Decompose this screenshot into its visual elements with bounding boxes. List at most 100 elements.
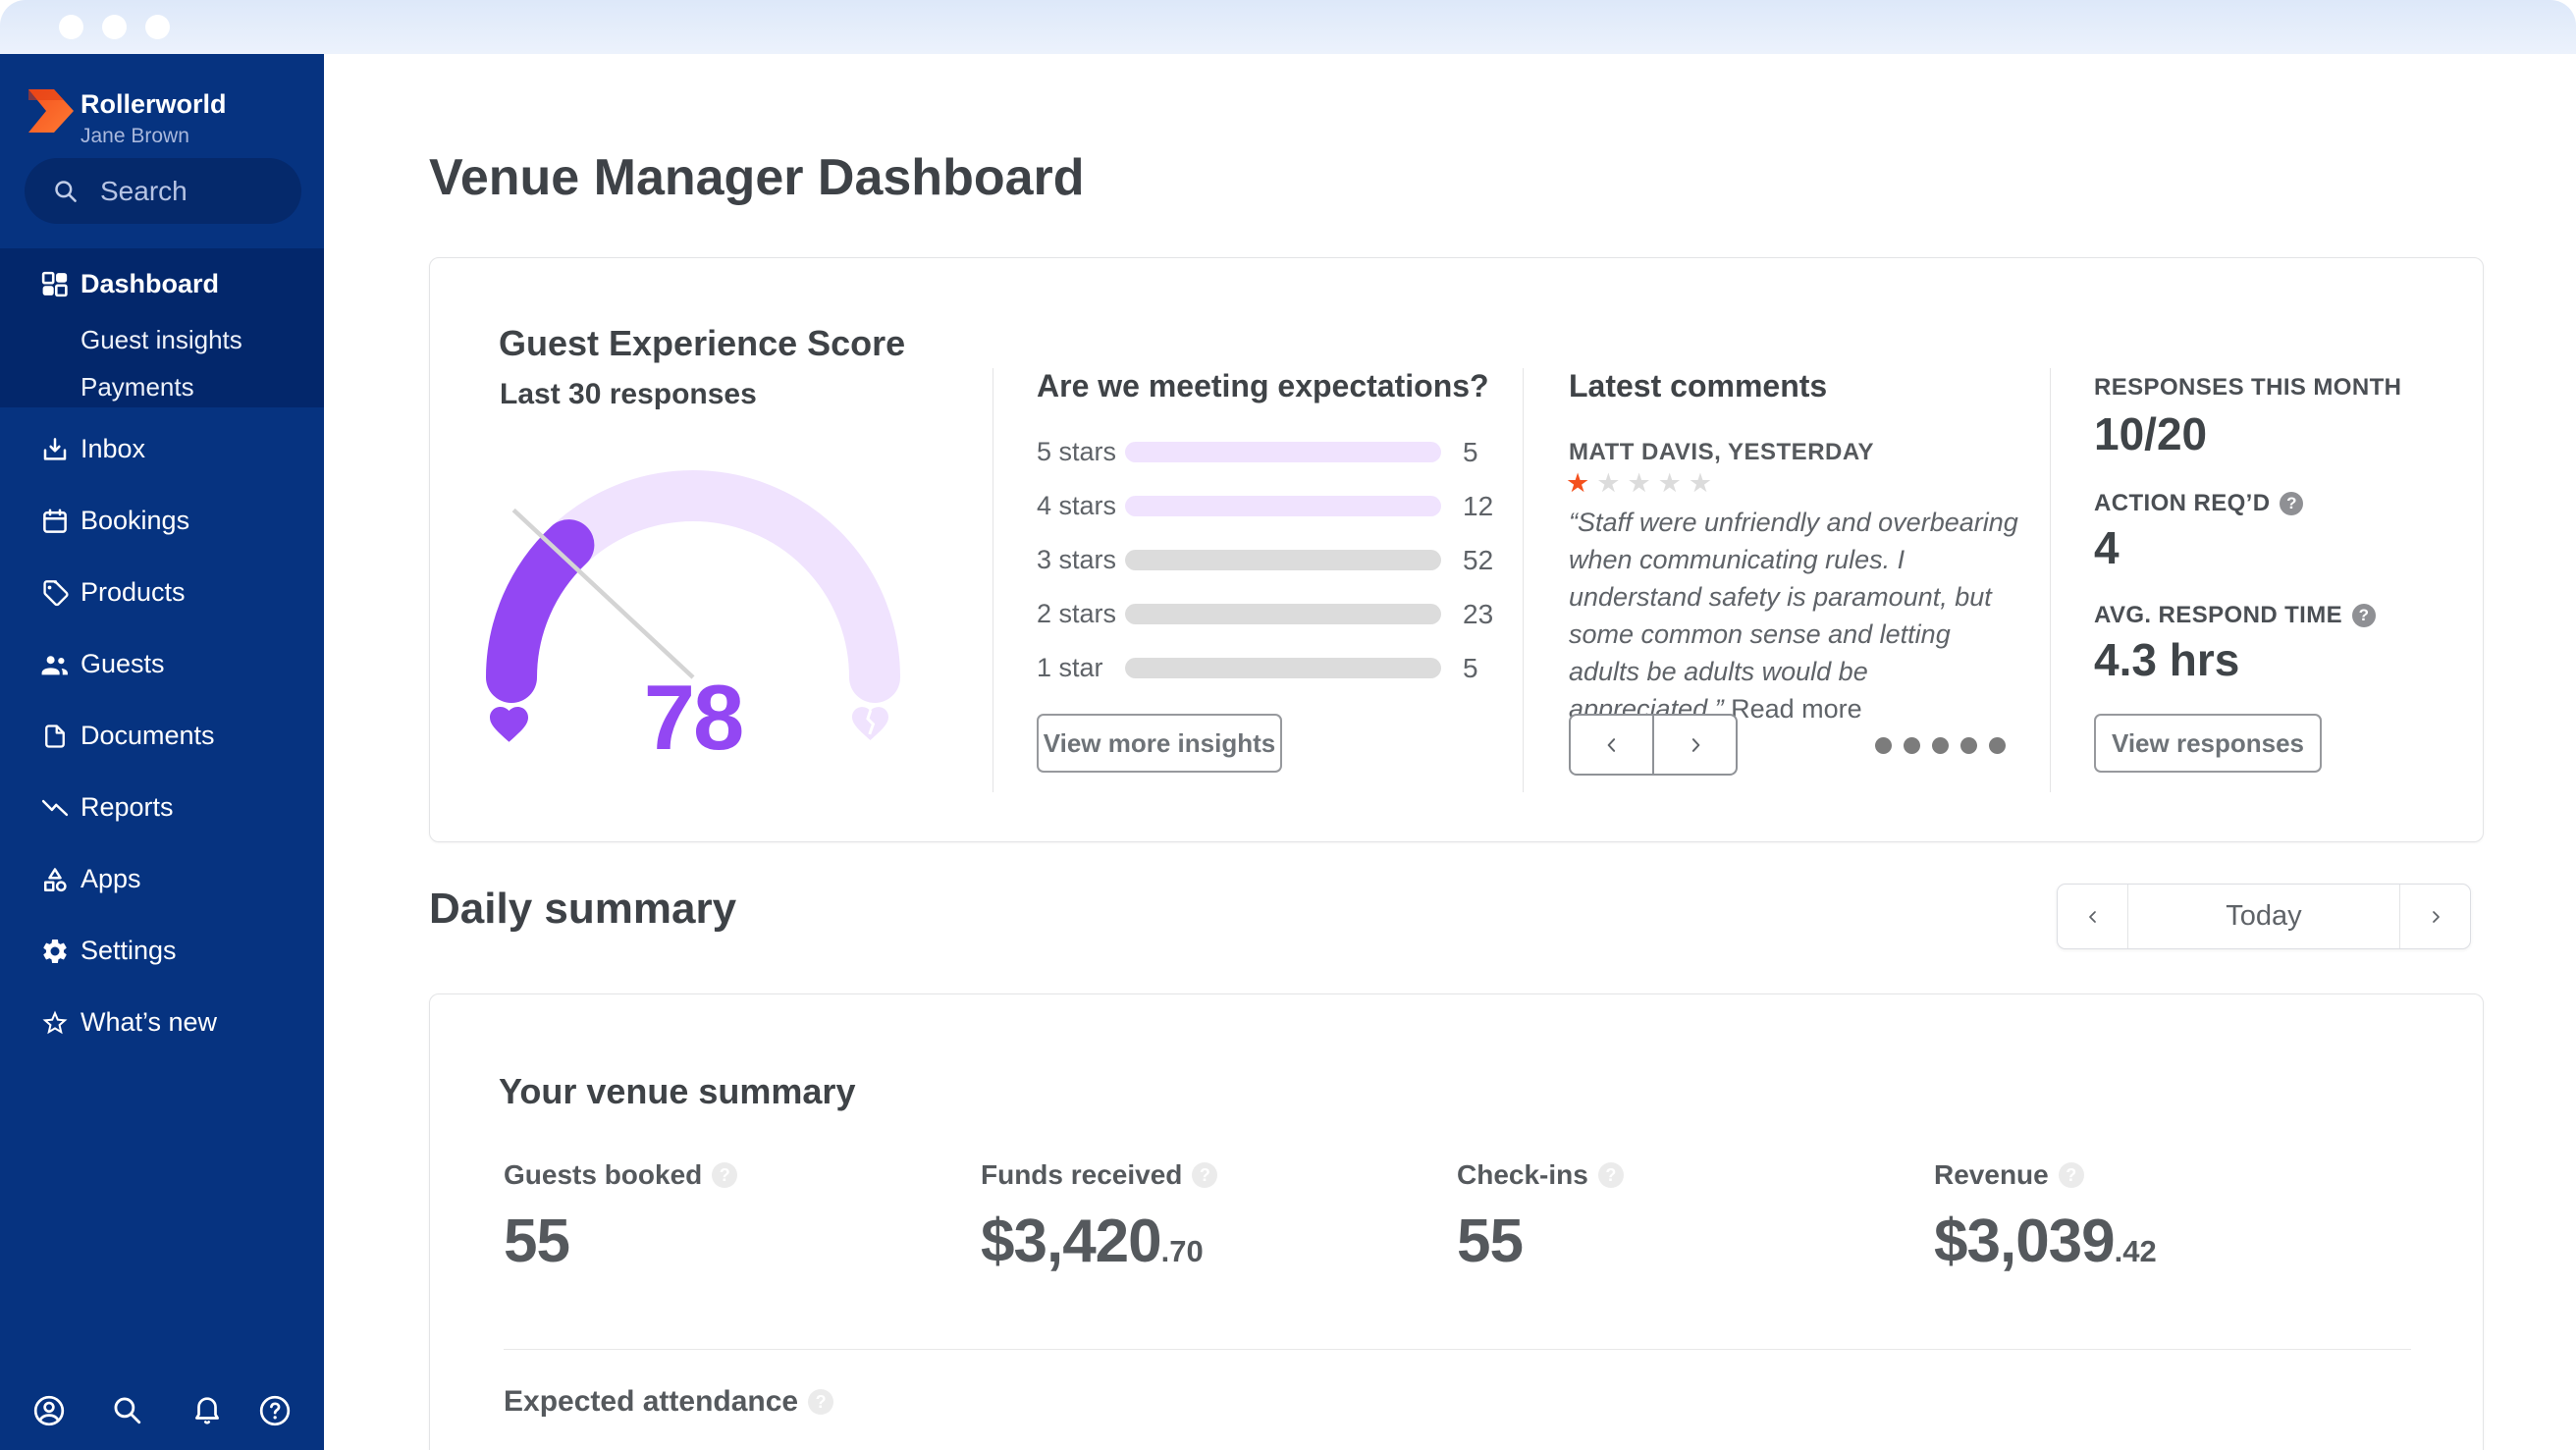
sidebar-item-reports[interactable]: Reports bbox=[0, 772, 324, 843]
help-tooltip-icon[interactable]: ? bbox=[808, 1389, 834, 1415]
comment-quote: “Staff were unfriendly and overbearing w… bbox=[1569, 504, 2020, 727]
metric-decimal: .42 bbox=[2114, 1234, 2157, 1268]
pagination-dot[interactable] bbox=[1989, 737, 2006, 754]
help-tooltip-icon[interactable]: ? bbox=[2280, 492, 2304, 515]
pagination-dot[interactable] bbox=[1960, 737, 1977, 754]
sidebar-item-guest-insights[interactable]: Guest insights bbox=[80, 325, 242, 355]
window-dot-icon[interactable] bbox=[102, 15, 127, 39]
bar-value: 5 bbox=[1463, 436, 1478, 467]
help-icon[interactable] bbox=[257, 1393, 293, 1428]
sidebar-item-whats-new[interactable]: What’s new bbox=[0, 987, 324, 1058]
sidebar-item-bookings[interactable]: Bookings bbox=[0, 485, 324, 557]
help-tooltip-icon[interactable]: ? bbox=[712, 1162, 738, 1188]
sidebar-item-dashboard[interactable]: Dashboard bbox=[0, 248, 324, 320]
view-more-insights-button[interactable]: View more insights bbox=[1037, 714, 1282, 773]
star-empty-icon: ★ bbox=[1627, 468, 1658, 498]
bar-label: 2 stars bbox=[1037, 599, 1117, 628]
bar-label: 3 stars bbox=[1037, 545, 1117, 574]
pagination-dot[interactable] bbox=[1904, 737, 1920, 754]
comment-star-rating: ★★★★★ bbox=[1566, 468, 1719, 499]
window-dot-icon[interactable] bbox=[145, 15, 170, 39]
people-icon bbox=[39, 649, 70, 679]
bell-icon[interactable] bbox=[190, 1393, 226, 1428]
brand-user: Jane Brown bbox=[80, 125, 189, 147]
help-tooltip-icon[interactable]: ? bbox=[1192, 1162, 1218, 1188]
next-day-button[interactable] bbox=[2399, 885, 2470, 948]
sidebar-item-payments[interactable]: Payments bbox=[80, 372, 194, 403]
star-filled-icon: ★ bbox=[1566, 468, 1597, 498]
chevron-left-icon bbox=[1607, 737, 1615, 752]
metric-check-ins: Check-ins? 55 bbox=[1457, 1159, 1908, 1276]
sidebar-item-label: Settings bbox=[80, 936, 177, 965]
window-titlebar bbox=[0, 0, 2576, 54]
comments-pagination-dots bbox=[1875, 737, 2006, 754]
search-icon[interactable] bbox=[110, 1393, 145, 1428]
expectations-row: 2 stars 23 bbox=[1037, 587, 1498, 641]
inbox-icon bbox=[39, 434, 70, 464]
bar-value: 52 bbox=[1463, 544, 1494, 575]
metric-value: 55 bbox=[1457, 1208, 1524, 1275]
sidebar-item-settings[interactable]: Settings bbox=[0, 915, 324, 987]
responses-this-month-label: RESPONSES THIS MONTH bbox=[2094, 374, 2402, 401]
window-dot-icon[interactable] bbox=[59, 15, 83, 39]
sidebar-item-inbox[interactable]: Inbox bbox=[0, 413, 324, 485]
app-window: Rollerworld Jane Brown Search Dashboard … bbox=[0, 0, 2576, 1450]
metric-decimal: .70 bbox=[1160, 1234, 1204, 1268]
sidebar-item-label: Apps bbox=[80, 864, 141, 893]
bar-value: 12 bbox=[1463, 490, 1494, 521]
expectations-row: 4 stars 12 bbox=[1037, 479, 1498, 533]
bar-value: 23 bbox=[1463, 598, 1494, 629]
metric-value: 55 bbox=[504, 1208, 570, 1275]
sidebar-item-documents[interactable]: Documents bbox=[0, 700, 324, 772]
roller-arrow-logo-icon bbox=[28, 89, 74, 133]
pagination-dot[interactable] bbox=[1875, 737, 1892, 754]
comment-quote-text: “Staff were unfriendly and overbearing w… bbox=[1569, 508, 2018, 724]
sidebar-item-apps[interactable]: Apps bbox=[0, 843, 324, 915]
sidebar-item-label: Reports bbox=[80, 792, 174, 822]
daily-summary-title: Daily summary bbox=[429, 885, 737, 933]
bar-label: 4 stars bbox=[1037, 491, 1117, 520]
search-icon bbox=[55, 181, 77, 202]
gear-icon bbox=[39, 936, 70, 966]
bar-value: 5 bbox=[1463, 652, 1478, 683]
star-empty-icon: ★ bbox=[1657, 468, 1689, 498]
sidebar-search-input[interactable]: Search bbox=[25, 158, 301, 224]
sidebar-item-label: Products bbox=[80, 577, 186, 607]
chevron-right-icon bbox=[1691, 737, 1699, 752]
prev-comment-button[interactable] bbox=[1569, 714, 1653, 776]
help-tooltip-icon[interactable]: ? bbox=[2058, 1162, 2084, 1188]
help-tooltip-icon[interactable]: ? bbox=[1597, 1162, 1624, 1188]
view-responses-button[interactable]: View responses bbox=[2094, 714, 2322, 773]
period-today-button[interactable]: Today bbox=[2128, 885, 2399, 948]
pagination-dot[interactable] bbox=[1932, 737, 1949, 754]
divider bbox=[504, 1349, 2411, 1350]
expected-attendance-label: Expected attendance ? bbox=[504, 1385, 834, 1419]
chevron-right-icon bbox=[2432, 910, 2440, 923]
sidebar-item-products[interactable]: Products bbox=[0, 557, 324, 628]
divider bbox=[2050, 368, 2051, 792]
brand-name: Rollerworld bbox=[80, 89, 227, 119]
metric-value: $3,039 bbox=[1934, 1208, 2116, 1275]
help-tooltip-icon[interactable]: ? bbox=[2352, 604, 2377, 627]
sidebar: Rollerworld Jane Brown Search Dashboard … bbox=[0, 54, 324, 1450]
account-icon[interactable] bbox=[31, 1393, 67, 1428]
venue-summary-card: Your venue summary Guests booked? 55 Fun… bbox=[429, 994, 2484, 1450]
sidebar-item-label: What’s new bbox=[80, 1007, 218, 1037]
metric-funds-received: Funds received? $3,420.70 bbox=[981, 1159, 1432, 1276]
sidebar-item-guests[interactable]: Guests bbox=[0, 628, 324, 700]
read-more-link[interactable]: Read more bbox=[1731, 694, 1862, 724]
dashboard-icon bbox=[39, 269, 70, 299]
star-icon bbox=[39, 1007, 70, 1038]
sidebar-item-label: Bookings bbox=[80, 506, 190, 535]
latest-comments-title: Latest comments bbox=[1569, 368, 1828, 403]
expectations-row: 1 star 5 bbox=[1037, 641, 1498, 695]
ges-card-title: Guest Experience Score bbox=[499, 323, 906, 363]
venue-summary-title: Your venue summary bbox=[499, 1071, 856, 1111]
bar-track bbox=[1125, 604, 1441, 624]
avg-respond-time-label: AVG. RESPOND TIME ? bbox=[2094, 602, 2377, 629]
previous-day-button[interactable] bbox=[2058, 885, 2128, 948]
next-comment-button[interactable] bbox=[1653, 714, 1738, 776]
expectations-bars: 5 stars 5 4 stars 12 3 stars 52 2 stars bbox=[1037, 425, 1498, 695]
expectations-row: 5 stars 5 bbox=[1037, 425, 1498, 479]
main-content: Venue Manager Dashboard Guest Experience… bbox=[324, 54, 2576, 1450]
